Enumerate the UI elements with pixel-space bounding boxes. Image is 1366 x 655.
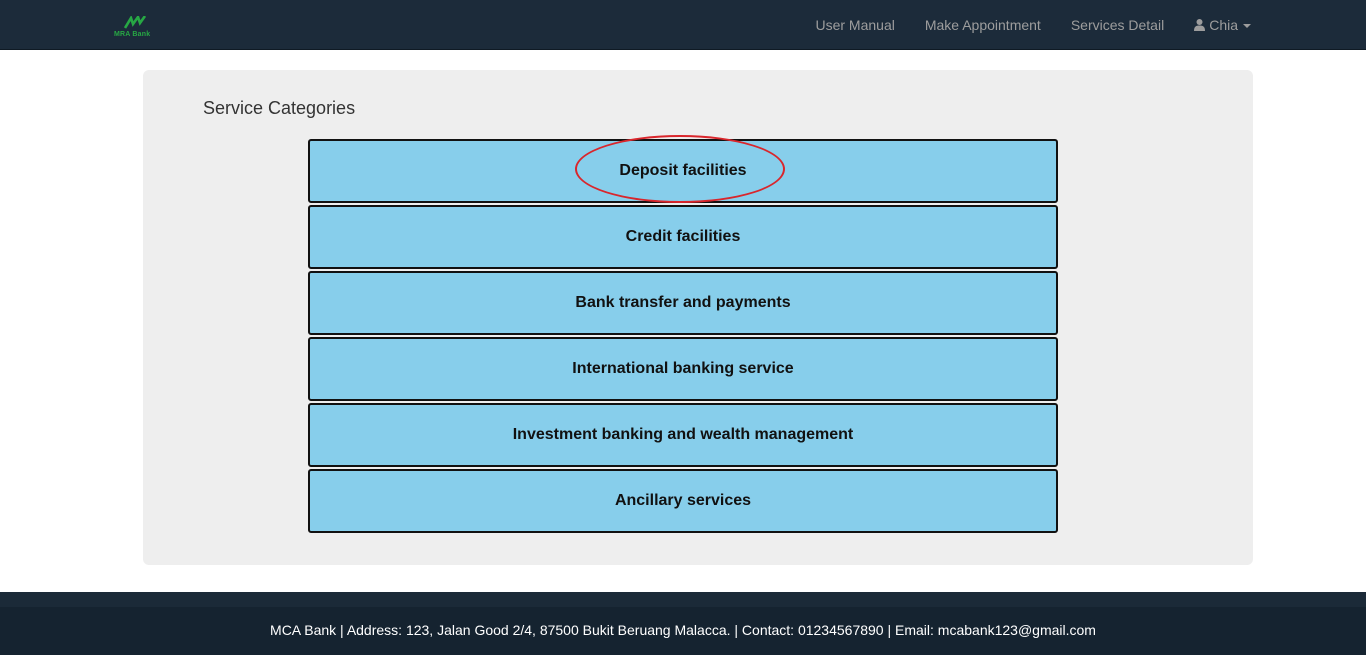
brand-logo[interactable]: MRA Bank xyxy=(112,16,158,42)
category-label: Ancillary services xyxy=(614,492,752,509)
category-label: Investment banking and wealth management xyxy=(512,426,854,443)
nav-user-manual[interactable]: User Manual xyxy=(800,0,909,50)
category-button-ancillary[interactable]: Ancillary services xyxy=(308,469,1058,533)
page-title: Service Categories xyxy=(203,98,356,118)
user-dropdown[interactable]: Chia xyxy=(1179,0,1266,50)
chevron-down-icon xyxy=(1243,24,1251,28)
category-button-transfer[interactable]: Bank transfer and payments xyxy=(308,271,1058,335)
brand-name: MRA Bank xyxy=(114,31,151,38)
nav-make-appointment[interactable]: Make Appointment xyxy=(910,0,1056,50)
footer-divider xyxy=(0,592,1366,607)
service-categories-panel: Service Categories Deposit facilities Cr… xyxy=(143,70,1253,565)
footer-text: MCA Bank | Address: 123, Jalan Good 2/4,… xyxy=(270,622,1096,638)
user-icon xyxy=(1194,19,1206,31)
category-label: International banking service xyxy=(572,360,794,377)
category-list: Deposit facilities Credit facilities Ban… xyxy=(308,135,1058,535)
user-name: Chia xyxy=(1209,17,1238,33)
category-label: Credit facilities xyxy=(625,228,741,245)
category-button-deposit[interactable]: Deposit facilities xyxy=(308,135,1058,203)
category-button-international[interactable]: International banking service xyxy=(308,337,1058,401)
category-button-investment[interactable]: Investment banking and wealth management xyxy=(308,403,1058,467)
category-label: Deposit facilities xyxy=(619,162,747,179)
top-navbar: MRA Bank User Manual Make Appointment Se… xyxy=(0,0,1366,50)
nav-services-detail[interactable]: Services Detail xyxy=(1056,0,1179,50)
footer: MCA Bank | Address: 123, Jalan Good 2/4,… xyxy=(0,607,1366,655)
category-label: Bank transfer and payments xyxy=(575,294,791,311)
category-button-credit[interactable]: Credit facilities xyxy=(308,205,1058,269)
nav-menu: User Manual Make Appointment Services De… xyxy=(800,0,1266,50)
logo-icon xyxy=(124,16,146,29)
